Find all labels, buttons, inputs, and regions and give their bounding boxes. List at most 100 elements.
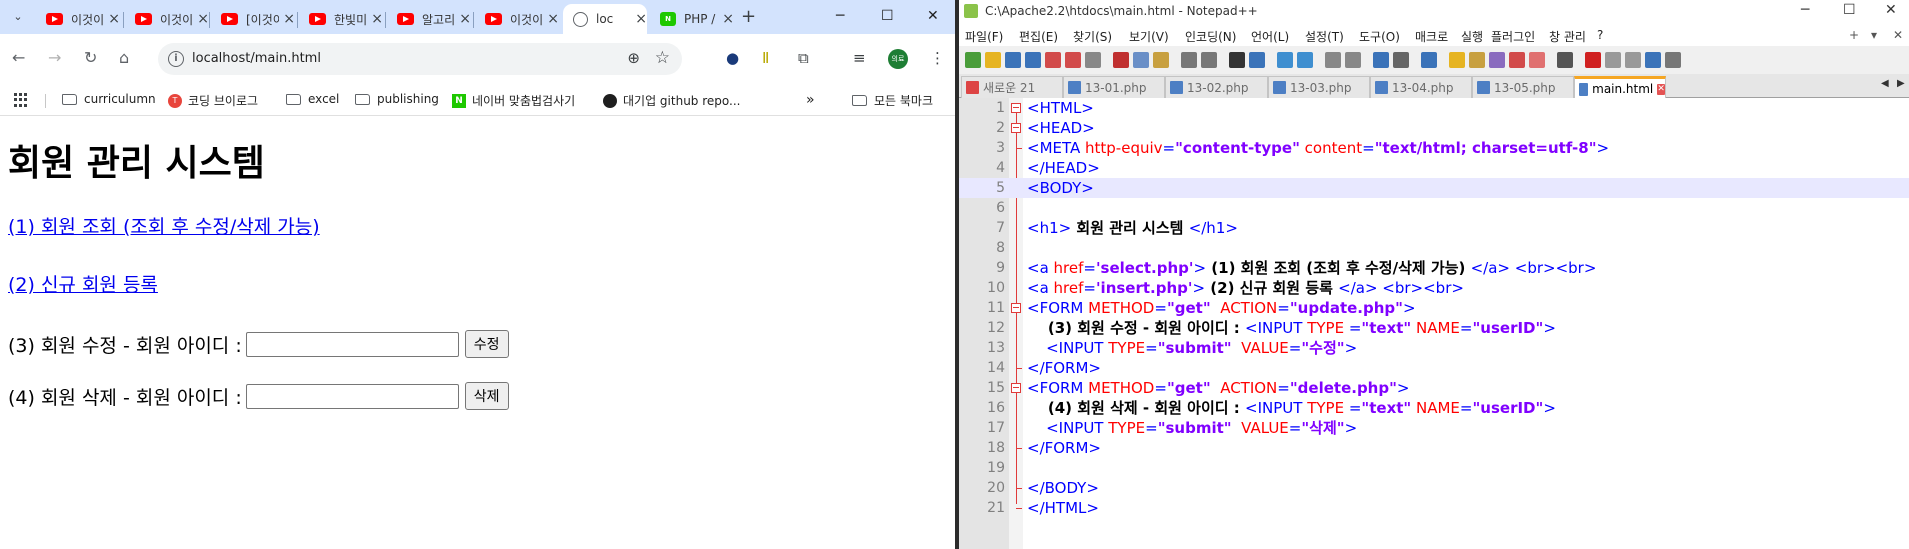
menu-tools[interactable]: 도구(O) <box>1359 28 1400 45</box>
zoom-out-icon[interactable] <box>1297 52 1313 68</box>
sync-h-icon[interactable] <box>1345 52 1361 68</box>
extensions-puzzle-icon[interactable]: ⧉ <box>798 48 809 68</box>
word-wrap-icon[interactable] <box>1373 52 1389 68</box>
browser-tab[interactable]: 이것이 × <box>36 4 120 34</box>
copy-icon[interactable] <box>1133 52 1149 68</box>
menu-search[interactable]: 찾기(S) <box>1073 28 1112 45</box>
menu-help[interactable]: ? <box>1597 28 1603 42</box>
file-tab[interactable]: 13-03.php <box>1268 76 1370 98</box>
delete-submit-button[interactable]: 삭제 <box>464 382 509 410</box>
minimize-icon[interactable]: ─ <box>1801 2 1809 18</box>
monitoring-icon[interactable] <box>1529 52 1545 68</box>
media-control-icon[interactable]: ≡ <box>853 48 866 68</box>
print-icon[interactable] <box>1085 52 1101 68</box>
close-window-icon[interactable]: ✕ <box>927 4 939 28</box>
record-macro-icon[interactable] <box>1585 52 1601 68</box>
menu-plugins[interactable]: 플러그인 <box>1491 28 1535 45</box>
avatar[interactable]: 의료 <box>888 49 908 69</box>
menu-settings[interactable]: 설정(T) <box>1305 28 1344 45</box>
bookmark-item[interactable]: curriculumn <box>62 92 156 106</box>
bookmarks-overflow-button[interactable]: » <box>806 92 815 108</box>
browser-tab[interactable]: N PHP / I × <box>650 4 734 34</box>
bookmark-item[interactable]: T 코딩 브이로그 <box>168 92 258 109</box>
replace-icon[interactable] <box>1249 52 1265 68</box>
update-submit-button[interactable]: 수정 <box>464 330 509 358</box>
stop-macro-icon[interactable] <box>1605 52 1621 68</box>
browser-tab[interactable]: 알고리 × <box>387 4 471 34</box>
extension-icon[interactable]: Ⅱ <box>762 48 769 68</box>
file-tab[interactable]: 13-04.php <box>1370 76 1472 98</box>
close-icon[interactable]: × <box>371 11 383 27</box>
save-macro-icon[interactable] <box>1665 52 1681 68</box>
maximize-icon[interactable]: ☐ <box>881 4 894 28</box>
cut-icon[interactable] <box>1113 52 1129 68</box>
browser-tab[interactable]: 한빛미 × <box>299 4 383 34</box>
menu-file[interactable]: 파일(F) <box>965 28 1003 45</box>
menu-language[interactable]: 언어(L) <box>1251 28 1289 45</box>
file-tab[interactable]: 13-01.php <box>1063 76 1165 98</box>
tab-scroll-right-icon[interactable]: ▶ <box>1897 78 1905 89</box>
folder-as-workspace-icon[interactable] <box>1509 52 1525 68</box>
url-text[interactable]: localhost/main.html <box>192 51 321 66</box>
close-window-icon[interactable]: ✕ <box>1885 2 1897 18</box>
tab-search-button[interactable]: ⌄ <box>6 6 30 28</box>
close-icon[interactable]: × <box>197 11 209 27</box>
play-macro-icon[interactable] <box>1625 52 1641 68</box>
save-icon[interactable] <box>1005 52 1021 68</box>
doc-map-icon[interactable] <box>1469 52 1485 68</box>
apps-grid-icon[interactable] <box>14 93 28 107</box>
extension-check-icon[interactable]: ● <box>726 48 739 68</box>
close-icon[interactable]: × <box>283 11 295 27</box>
file-tab[interactable]: 새로운 21 <box>961 76 1063 98</box>
home-icon[interactable]: ⌂ <box>119 48 129 68</box>
browser-tab-active[interactable]: loc × <box>563 4 647 34</box>
close-icon[interactable]: × <box>722 11 734 27</box>
bookmark-item[interactable]: publishing <box>355 92 439 106</box>
close-icon[interactable]: × <box>547 11 559 27</box>
close-file-icon[interactable] <box>1045 52 1061 68</box>
file-tab[interactable]: 13-05.php <box>1472 76 1574 98</box>
update-userid-input[interactable] <box>245 331 459 357</box>
reload-icon[interactable]: ↻ <box>84 48 97 68</box>
menu-macro[interactable]: 매크로 <box>1415 28 1448 45</box>
sync-v-icon[interactable] <box>1325 52 1341 68</box>
run-macro-multiple-icon[interactable] <box>1645 52 1661 68</box>
new-tab-button[interactable]: + <box>741 6 756 28</box>
file-tab-active[interactable]: main.html ✕ <box>1574 76 1666 99</box>
menu-close-icon[interactable]: ✕ <box>1893 28 1903 42</box>
undo-icon[interactable] <box>1181 52 1197 68</box>
bookmark-star-icon[interactable]: ☆ <box>655 48 670 68</box>
udl-icon[interactable] <box>1449 52 1465 68</box>
open-file-icon[interactable] <box>985 52 1001 68</box>
close-icon[interactable]: × <box>635 11 647 27</box>
close-tab-icon[interactable]: ✕ <box>1657 83 1665 95</box>
new-file-icon[interactable] <box>965 52 981 68</box>
menu-dropdown-icon[interactable]: ▾ <box>1871 28 1877 42</box>
tab-scroll-left-icon[interactable]: ◀ <box>1881 78 1889 89</box>
bookmark-item[interactable]: N 네이버 맞춤법검사기 <box>452 92 575 109</box>
menu-window[interactable]: 창 관리 <box>1549 28 1586 45</box>
minimize-icon[interactable]: ─ <box>836 4 844 28</box>
member-select-link[interactable]: (1) 회원 조회 (조회 후 수정/삭제 가능) <box>8 212 320 239</box>
browser-tab[interactable]: 이것이 × <box>475 4 559 34</box>
more-menu-icon[interactable]: ⋮ <box>930 48 945 68</box>
zoom-icon[interactable]: ⊕ <box>627 49 640 67</box>
paste-icon[interactable] <box>1153 52 1169 68</box>
find-icon[interactable] <box>1229 52 1245 68</box>
maximize-icon[interactable]: ☐ <box>1843 2 1856 18</box>
close-icon[interactable]: × <box>108 11 120 27</box>
menu-run[interactable]: 실행 <box>1461 28 1483 45</box>
back-icon[interactable]: ← <box>12 48 25 68</box>
menu-add-icon[interactable]: + <box>1849 28 1859 42</box>
view-icon[interactable] <box>1557 52 1573 68</box>
function-list-icon[interactable] <box>1489 52 1505 68</box>
close-all-icon[interactable] <box>1065 52 1081 68</box>
close-icon[interactable]: × <box>459 11 471 27</box>
redo-icon[interactable] <box>1201 52 1217 68</box>
code-editor[interactable]: 1 <HTML> 2 <HEAD> 3 <META http-equiv="conte… <box>959 98 1909 549</box>
show-all-chars-icon[interactable] <box>1393 52 1409 68</box>
bookmark-item[interactable]: excel <box>286 92 339 106</box>
site-info-icon[interactable]: i <box>168 51 184 67</box>
menu-edit[interactable]: 편집(E) <box>1019 28 1058 45</box>
bookmark-item[interactable]: 대기업 github repo... <box>603 92 740 109</box>
